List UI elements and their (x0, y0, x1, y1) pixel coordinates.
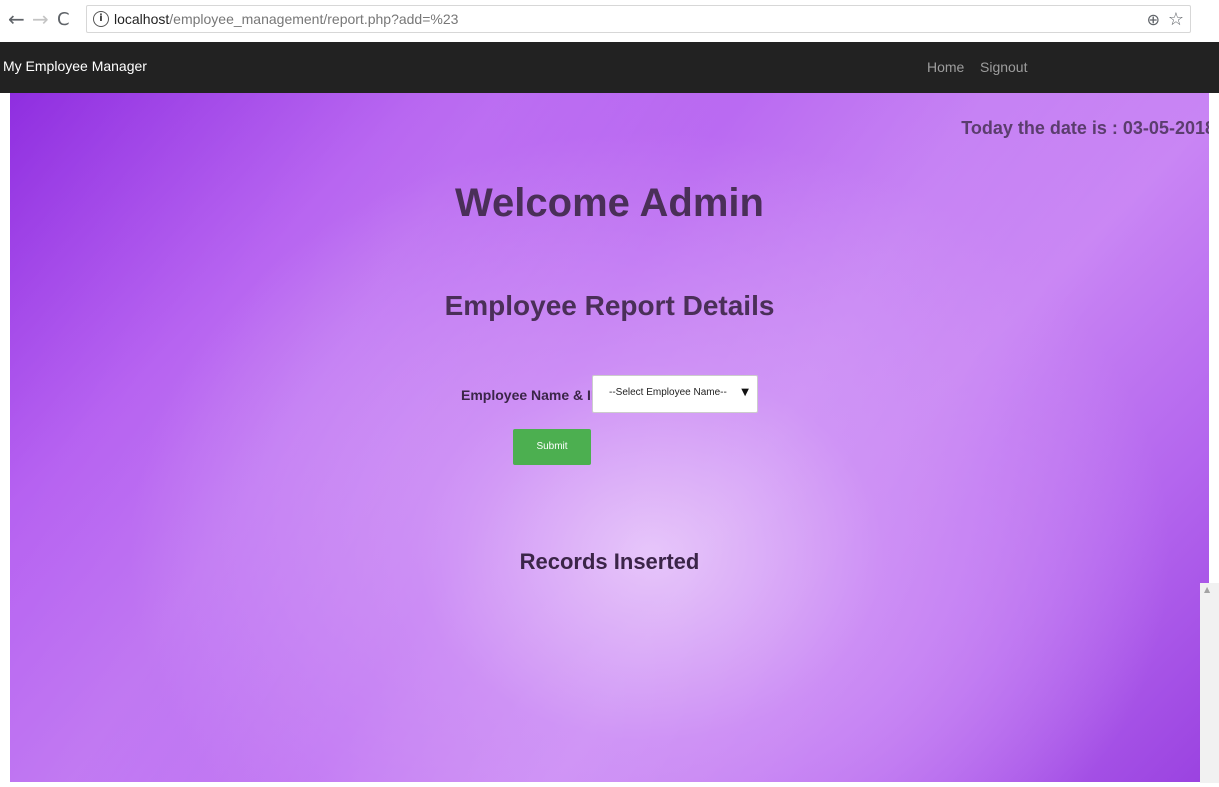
report-title: Employee Report Details (444, 290, 775, 321)
forward-arrow-icon[interactable]: → (32, 9, 49, 29)
back-arrow-icon[interactable]: ← (8, 9, 25, 29)
date-display: Today the date is : 03-05-2018 (961, 118, 1209, 138)
employee-select-label: Employee Name & ID (461, 387, 602, 403)
main-content: Today the date is : 03-05-2018 Welcome A… (10, 93, 1209, 782)
top-navbar: My Employee Manager Home Signout (0, 42, 1219, 93)
nav-signout-link[interactable]: Signout (980, 59, 1027, 75)
brand-link[interactable]: My Employee Manager (3, 58, 147, 74)
employee-select-value: --Select Employee Name-- (609, 387, 727, 398)
url-text[interactable]: localhost/employee_management/report.php… (114, 11, 458, 27)
zoom-icon[interactable]: ⊕ (1147, 10, 1160, 29)
address-bar[interactable]: i localhost/employee_management/report.p… (86, 5, 1191, 33)
submit-button[interactable]: Submit (513, 429, 591, 465)
chevron-down-icon: ▼ (741, 387, 749, 398)
welcome-heading: Welcome Admin (455, 181, 764, 225)
vertical-scrollbar[interactable]: ▲ (1200, 583, 1219, 783)
scroll-up-arrow-icon[interactable]: ▲ (1204, 585, 1210, 594)
employee-select[interactable]: --Select Employee Name-- ▼ (592, 375, 758, 413)
url-host: localhost (114, 11, 170, 27)
nav-home-link[interactable]: Home (927, 59, 964, 75)
reload-icon[interactable]: C (57, 10, 70, 30)
records-inserted-heading: Records Inserted (519, 549, 700, 574)
url-path: /employee_management/report.php?add=%23 (169, 11, 459, 27)
browser-toolbar: ← → C i localhost/employee_management/re… (0, 0, 1219, 42)
info-icon[interactable]: i (93, 11, 109, 27)
bookmark-star-icon[interactable]: ☆ (1168, 9, 1184, 30)
